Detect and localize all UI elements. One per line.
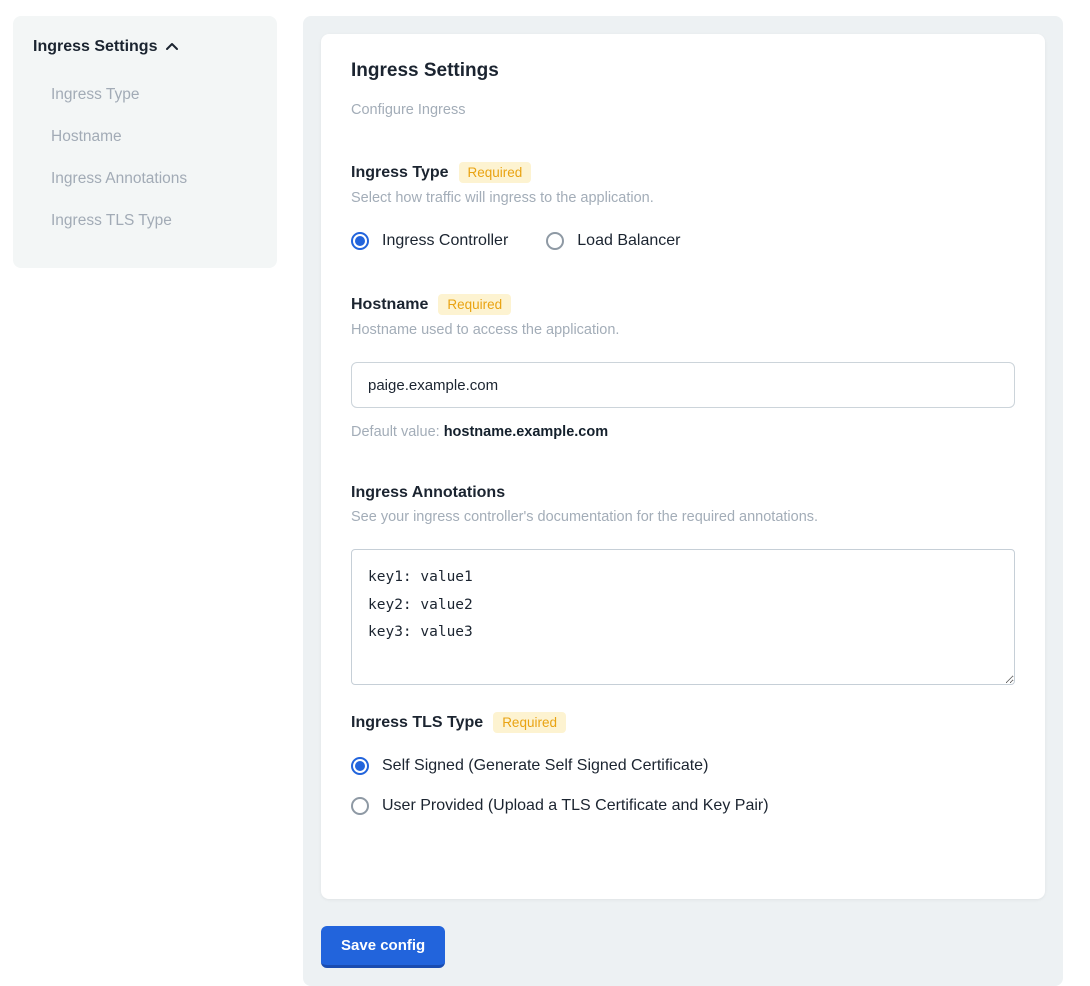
- sidebar-group-title: Ingress Settings: [33, 38, 157, 56]
- ingress-tls-type-label: Ingress TLS Type: [351, 714, 483, 732]
- user-provided-radio-label: User Provided (Upload a TLS Certificate …: [382, 797, 769, 815]
- self-signed-radio-label: Self Signed (Generate Self Signed Certif…: [382, 757, 708, 775]
- radio-option-self-signed[interactable]: Self Signed (Generate Self Signed Certif…: [351, 757, 1015, 775]
- card-title: Ingress Settings: [351, 60, 1015, 82]
- ingress-controller-radio[interactable]: [351, 232, 369, 250]
- self-signed-radio[interactable]: [351, 757, 369, 775]
- required-badge: Required: [438, 294, 511, 315]
- hostname-label: Hostname: [351, 296, 428, 314]
- sidebar-group-ingress-settings[interactable]: Ingress Settings: [33, 38, 257, 56]
- default-value-text: hostname.example.com: [444, 424, 608, 440]
- ingress-annotations-label: Ingress Annotations: [351, 484, 505, 502]
- ingress-settings-card: Ingress Settings Configure Ingress Ingre…: [321, 34, 1045, 899]
- load-balancer-radio[interactable]: [546, 232, 564, 250]
- ingress-tls-type-options: Self Signed (Generate Self Signed Certif…: [351, 757, 1015, 815]
- user-provided-radio[interactable]: [351, 797, 369, 815]
- radio-option-user-provided[interactable]: User Provided (Upload a TLS Certificate …: [351, 797, 1015, 815]
- radio-option-load-balancer[interactable]: Load Balancer: [546, 232, 680, 250]
- sidebar-item-ingress-type[interactable]: Ingress Type: [33, 74, 257, 116]
- sidebar-item-ingress-annotations[interactable]: Ingress Annotations: [33, 158, 257, 200]
- radio-option-ingress-controller[interactable]: Ingress Controller: [351, 232, 508, 250]
- ingress-annotations-textarea[interactable]: key1: value1 key2: value2 key3: value3: [351, 549, 1015, 685]
- ingress-annotations-help: See your ingress controller's documentat…: [351, 509, 1015, 525]
- hostname-input[interactable]: [351, 362, 1015, 408]
- sidebar-nav: Ingress Type Hostname Ingress Annotation…: [33, 74, 257, 242]
- save-config-button[interactable]: Save config: [321, 926, 445, 968]
- card-subtitle: Configure Ingress: [351, 102, 1015, 118]
- main-panel: Ingress Settings Configure Ingress Ingre…: [303, 16, 1063, 986]
- page: Ingress Settings Ingress Type Hostname I…: [0, 0, 1090, 986]
- default-value-prefix: Default value:: [351, 424, 440, 440]
- sidebar: Ingress Settings Ingress Type Hostname I…: [13, 16, 277, 268]
- chevron-up-icon: [165, 40, 179, 54]
- section-hostname: Hostname Required Hostname used to acces…: [351, 294, 1015, 440]
- section-ingress-type: Ingress Type Required Select how traffic…: [351, 162, 1015, 250]
- ingress-type-help: Select how traffic will ingress to the a…: [351, 190, 1015, 206]
- hostname-default-value: Default value: hostname.example.com: [351, 424, 1015, 440]
- ingress-type-label: Ingress Type: [351, 164, 449, 182]
- hostname-help: Hostname used to access the application.: [351, 322, 1015, 338]
- section-ingress-tls-type: Ingress TLS Type Required Self Signed (G…: [351, 712, 1015, 815]
- required-badge: Required: [493, 712, 566, 733]
- sidebar-item-hostname[interactable]: Hostname: [33, 116, 257, 158]
- ingress-type-options: Ingress Controller Load Balancer: [351, 232, 1015, 250]
- required-badge: Required: [459, 162, 532, 183]
- load-balancer-radio-label: Load Balancer: [577, 232, 680, 250]
- ingress-controller-radio-label: Ingress Controller: [382, 232, 508, 250]
- section-ingress-annotations: Ingress Annotations See your ingress con…: [351, 484, 1015, 690]
- sidebar-item-ingress-tls-type[interactable]: Ingress TLS Type: [33, 200, 257, 242]
